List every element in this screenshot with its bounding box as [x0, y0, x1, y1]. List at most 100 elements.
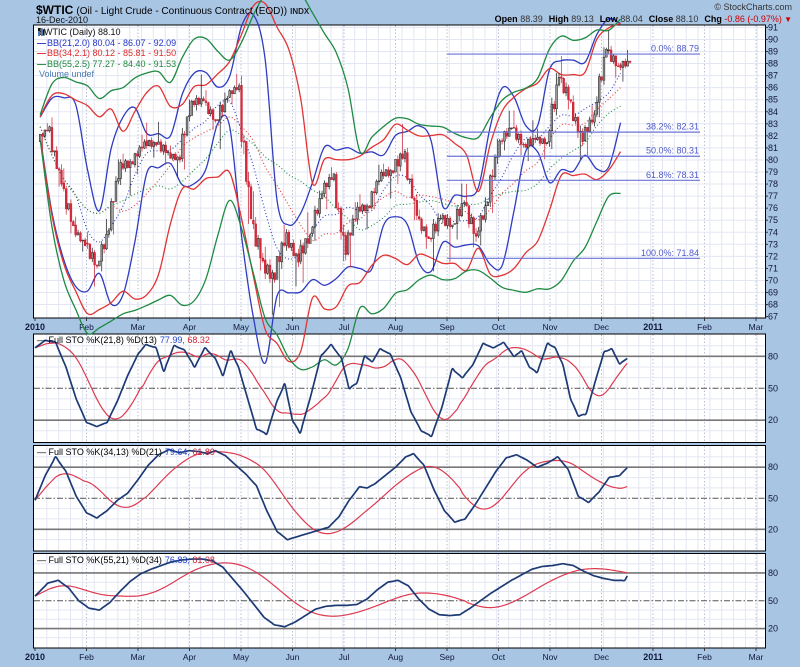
svg-text:Oct: Oct: [492, 652, 506, 662]
k-value: 76.83,: [165, 555, 190, 565]
quote-label: Close: [649, 14, 674, 24]
legend-bb-label: BB(55,2.5) 77.27 - 84.40 - 91.53: [47, 59, 176, 70]
k-value: 79.64,: [165, 447, 190, 457]
legend-bb-row: —BB(21,2.0) 80.04 - 86.07 - 92.09: [37, 38, 176, 49]
indicator-name: — Full STO %K(55,21) %D(34): [37, 555, 162, 565]
svg-text:2010: 2010: [25, 652, 45, 662]
k-value: 77.99,: [160, 335, 185, 345]
svg-text:61.8%: 78.31: 61.8%: 78.31: [646, 170, 699, 180]
svg-text:Sep: Sep: [439, 652, 454, 662]
svg-text:83: 83: [768, 119, 778, 129]
svg-text:82: 82: [768, 131, 778, 141]
svg-text:50: 50: [768, 493, 778, 503]
svg-text:73: 73: [768, 239, 778, 249]
svg-text:50.0%: 80.31: 50.0%: 80.31: [646, 146, 699, 156]
stockcharts-chart: 2010FebMarAprMayJunJulAugSepOctNovDec201…: [0, 0, 800, 667]
svg-text:74: 74: [768, 227, 778, 237]
quote-value: -0.86 (-0.97%): [722, 14, 782, 24]
svg-text:85: 85: [768, 95, 778, 105]
svg-text:77: 77: [768, 191, 778, 201]
month-axis: 2010FebMarAprMayJunJulAugSepOctNovDec201…: [25, 318, 764, 332]
quote-label: Low: [600, 14, 618, 24]
legend-bb-row: —BB(55,2.5) 77.27 - 84.40 - 91.53: [37, 59, 176, 70]
exchange-tag: INDX: [290, 7, 309, 16]
quote-label: High: [549, 14, 569, 24]
svg-text:68: 68: [768, 300, 778, 310]
svg-text:20: 20: [768, 624, 778, 634]
svg-text:70: 70: [768, 275, 778, 285]
svg-text:Sep: Sep: [439, 322, 454, 332]
svg-text:Aug: Aug: [388, 652, 403, 662]
svg-text:80: 80: [768, 568, 778, 578]
line-swatch-icon: —: [37, 38, 46, 49]
legend-bb-label: BB(21,2.0) 80.04 - 86.07 - 92.09: [47, 38, 176, 49]
quote-value: 89.13: [569, 14, 594, 24]
svg-text:88: 88: [768, 59, 778, 69]
svg-text:Dec: Dec: [594, 652, 610, 662]
d-value: 68.32: [185, 335, 210, 345]
legend-bb-row: —BB(34,2.1) 80.12 - 85.81 - 91.50: [37, 48, 176, 59]
svg-text:Feb: Feb: [697, 322, 712, 332]
month-axis: 2010 Feb Mar Apr May Jun Jul Aug Sep Oct Nov Dec 201…: [25, 648, 764, 662]
svg-text:89: 89: [768, 47, 778, 57]
svg-text:76: 76: [768, 203, 778, 213]
svg-text:67: 67: [768, 312, 778, 322]
change-down-icon: ▼: [782, 15, 792, 24]
svg-text:Mar: Mar: [131, 322, 146, 332]
stochastic-label-3: — Full STO %K(55,21) %D(34)76.83, 81.08: [37, 555, 215, 565]
svg-text:2011: 2011: [643, 322, 663, 332]
svg-text:Feb: Feb: [697, 652, 712, 662]
svg-text:79: 79: [768, 167, 778, 177]
copyright: © StockCharts.com: [714, 2, 792, 12]
svg-text:Nov: Nov: [542, 652, 558, 662]
quote-value: 88.04: [618, 14, 643, 24]
svg-text:50: 50: [768, 383, 778, 393]
svg-text:Aug: Aug: [388, 322, 403, 332]
svg-text:Mar: Mar: [749, 652, 764, 662]
svg-text:78: 78: [768, 179, 778, 189]
d-value: 81.08: [190, 555, 215, 565]
volume-bars-icon: [37, 27, 46, 36]
legend-title-row: $WTIC (Daily) 88.10: [37, 27, 176, 38]
svg-text:80: 80: [768, 351, 778, 361]
quote-label: Open: [495, 14, 518, 24]
svg-text:71: 71: [768, 263, 778, 273]
quote-value: 88.10: [673, 14, 698, 24]
svg-text:72: 72: [768, 251, 778, 261]
price-axis: 9190898887868584838281807978777675747372…: [766, 22, 779, 321]
quote-label: Chg: [704, 14, 722, 24]
svg-text:May: May: [233, 652, 250, 662]
indicator-name: — Full STO %K(34,13) %D(21): [37, 447, 162, 457]
quote-values: Open 88.39 High 89.13 Low 88.04 Close 88.10…: [489, 14, 792, 24]
svg-text:84: 84: [768, 107, 778, 117]
svg-text:38.2%: 82.31: 38.2%: 82.31: [646, 122, 699, 132]
svg-text:Jun: Jun: [286, 652, 300, 662]
svg-text:20: 20: [768, 415, 778, 425]
quote-value: 88.39: [518, 14, 543, 24]
svg-text:Dec: Dec: [594, 322, 610, 332]
svg-text:100.0%: 71.84: 100.0%: 71.84: [641, 248, 699, 258]
indicator-name: — Full STO %K(21,8) %D(13): [37, 335, 157, 345]
svg-text:87: 87: [768, 71, 778, 81]
chart-canvas: 2010FebMarAprMayJunJulAugSepOctNovDec201…: [0, 0, 800, 667]
svg-text:Apr: Apr: [183, 652, 196, 662]
svg-text:80: 80: [768, 462, 778, 472]
svg-text:2010: 2010: [25, 322, 45, 332]
instrument-name: (Oil - Light Crude - Continuous Contract…: [76, 6, 287, 17]
svg-text:81: 81: [768, 143, 778, 153]
chart-date: 16-Dec-2010: [36, 15, 88, 25]
svg-text:Jul: Jul: [339, 652, 350, 662]
svg-text:50: 50: [768, 596, 778, 606]
stochastic-label-1: — Full STO %K(21,8) %D(13)77.99, 68.32: [37, 335, 210, 345]
svg-text:90: 90: [768, 34, 778, 44]
svg-text:Feb: Feb: [79, 652, 94, 662]
svg-text:0.0%: 88.79: 0.0%: 88.79: [651, 44, 699, 54]
svg-text:2011: 2011: [643, 652, 663, 662]
svg-text:Mar: Mar: [131, 652, 146, 662]
svg-text:Mar: Mar: [749, 322, 764, 332]
svg-text:69: 69: [768, 288, 778, 298]
svg-text:Apr: Apr: [183, 322, 196, 332]
line-swatch-icon: —: [37, 48, 46, 59]
legend-bb-label: BB(34,2.1) 80.12 - 85.81 - 91.50: [47, 48, 176, 59]
svg-text:Oct: Oct: [492, 322, 506, 332]
